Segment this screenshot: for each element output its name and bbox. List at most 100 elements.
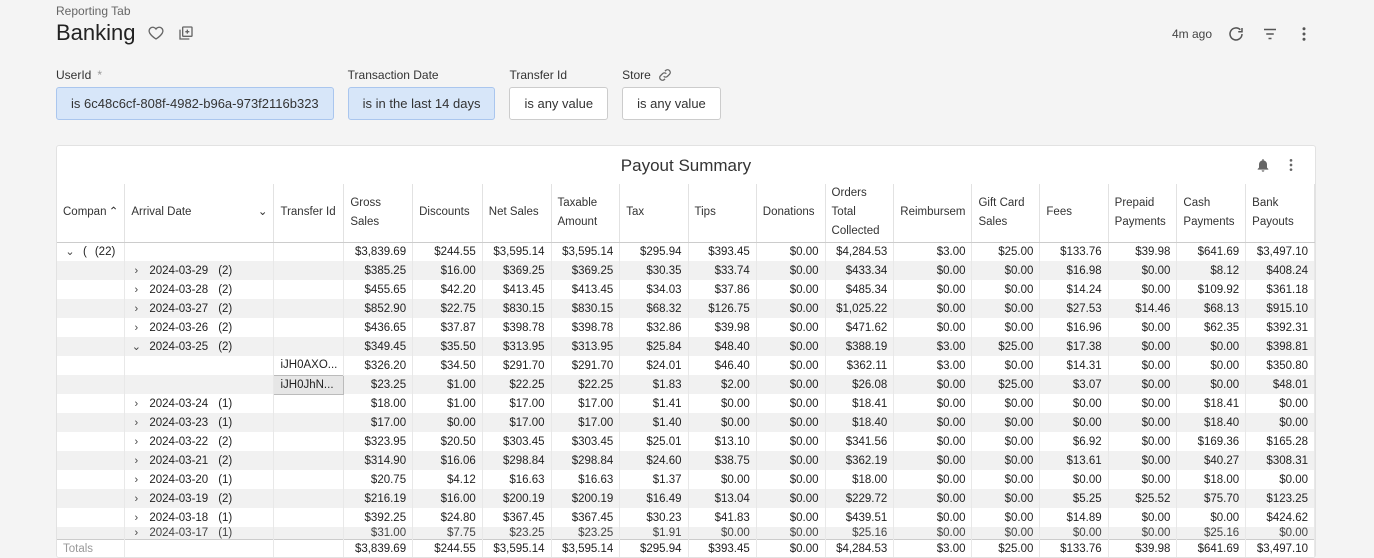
arrival-date-cell[interactable]: › 2024-03-18 (1) — [124, 508, 275, 527]
more-vert-icon[interactable] — [1294, 24, 1314, 44]
chevron-right-icon[interactable]: › — [129, 436, 143, 448]
arrival-date-cell[interactable]: › 2024-03-27 (2) — [124, 299, 275, 318]
arrival-date-cell[interactable]: › 2024-03-21 (2) — [124, 451, 275, 470]
arrival-date-cell[interactable] — [124, 356, 275, 375]
table-row[interactable]: iJH0JhN... $23.25 $1.00 $22.25 $22.25 $1.83 $2… — [57, 374, 1315, 395]
arrival-date-cell[interactable]: › 2024-03-26 (2) — [124, 318, 275, 337]
transfer-id-cell[interactable] — [273, 337, 345, 356]
transfer-id-cell[interactable] — [273, 261, 345, 280]
arrival-date-cell[interactable]: › 2024-03-29 (2) — [124, 261, 275, 280]
transfer-id-cell[interactable] — [273, 432, 345, 451]
column-header-prepaid-payments[interactable]: Prepaid Payments — [1108, 184, 1178, 243]
chevron-down-icon[interactable]: ⌄ — [63, 245, 77, 258]
chevron-right-icon[interactable]: › — [129, 512, 143, 524]
chevron-right-icon[interactable]: › — [129, 527, 143, 539]
table-row[interactable]: › 2024-03-21 (2) $314.90 $16.06 $298.84 $298.8… — [57, 451, 1315, 470]
transfer-id-cell[interactable]: iJH0JhN... — [273, 374, 345, 395]
value-cell: $0.00 — [756, 299, 826, 318]
chevron-right-icon[interactable]: › — [129, 398, 143, 410]
value-cell: $16.00 — [412, 489, 483, 508]
totals-label: Totals — [57, 539, 126, 557]
add-to-board-icon[interactable] — [176, 23, 196, 43]
chevron-right-icon[interactable]: › — [129, 265, 143, 277]
table-row[interactable]: iJH0AXO... $326.20 $34.50 $291.70 $291.70 $24… — [57, 356, 1315, 375]
transfer-id-cell[interactable] — [273, 280, 345, 299]
column-header-tax[interactable]: Tax — [619, 184, 689, 243]
arrival-date-cell[interactable]: › 2024-03-20 (1) — [124, 470, 275, 489]
arrival-date-cell[interactable]: › 2024-03-19 (2) — [124, 489, 275, 508]
arrival-date-cell[interactable]: › 2024-03-17 (1) — [124, 527, 275, 540]
table-row[interactable]: › 2024-03-29 (2) $385.25 $16.00 $369.25 $369.2… — [57, 261, 1315, 280]
arrival-date-cell[interactable]: › 2024-03-22 (2) — [124, 432, 275, 451]
transfer-id-cell[interactable]: iJH0AXO... — [273, 356, 345, 375]
chevron-right-icon[interactable]: › — [129, 493, 143, 505]
column-header-gross-sales[interactable]: Gross Sales — [343, 184, 414, 243]
value-cell: $295.94 — [619, 242, 689, 261]
link-icon[interactable] — [657, 67, 673, 83]
arrival-date-cell[interactable]: ⌄ 2024-03-25 (2) — [124, 337, 275, 356]
value-cell: $13.61 — [1039, 451, 1109, 470]
filter-userid-button[interactable]: is 6c48c6cf-808f-4982-b96a-973f2116b323 — [56, 87, 334, 120]
table-row[interactable]: › 2024-03-18 (1) $392.25 $24.80 $367.45 $367.4… — [57, 508, 1315, 527]
arrival-date-cell[interactable]: › 2024-03-23 (1) — [124, 413, 275, 432]
tile-more-vert-icon[interactable] — [1281, 155, 1301, 175]
table-row[interactable]: › 2024-03-27 (2) $852.90 $22.75 $830.15 $830.1… — [57, 299, 1315, 318]
table-row[interactable]: › 2024-03-22 (2) $323.95 $20.50 $303.45 $303.4… — [57, 432, 1315, 451]
filter-store-button[interactable]: is any value — [622, 87, 721, 120]
favorite-heart-icon[interactable] — [146, 23, 166, 43]
column-header-cash-payments[interactable]: Cash Payments — [1176, 184, 1247, 243]
transfer-id-cell[interactable] — [273, 394, 345, 413]
table-row[interactable]: › 2024-03-26 (2) $436.65 $37.87 $398.78 $398.7… — [57, 318, 1315, 337]
column-header-reimbursements[interactable]: Reimbursem — [893, 184, 973, 243]
chevron-right-icon[interactable]: › — [129, 417, 143, 429]
filter-icon[interactable] — [1260, 24, 1280, 44]
transfer-id-cell[interactable] — [273, 299, 345, 318]
transfer-id-cell — [273, 539, 345, 557]
chevron-down-icon[interactable]: ⌄ — [258, 203, 268, 222]
sort-up-icon[interactable]: ⌃ — [109, 203, 119, 222]
alert-bell-icon[interactable] — [1253, 155, 1273, 175]
column-header-taxable-amount[interactable]: Taxable Amount — [551, 184, 621, 243]
filter-transfer-id-button[interactable]: is any value — [509, 87, 609, 120]
column-header-transfer-id[interactable]: Transfer Id — [273, 184, 345, 243]
arrival-date-cell[interactable]: › 2024-03-28 (2) — [124, 280, 275, 299]
table-row[interactable]: › 2024-03-17 (1) $31.00 $7.75 $23.25 $23.25 $1.… — [57, 527, 1315, 540]
filter-transaction-date-button[interactable]: is in the last 14 days — [347, 87, 496, 120]
column-header-bank-payouts[interactable]: Bank Payouts — [1245, 184, 1315, 243]
company-cell[interactable]: ⌄ ((22) — [57, 242, 126, 261]
transfer-id-cell[interactable] — [273, 318, 345, 337]
column-header-net-sales[interactable]: Net Sales — [482, 184, 552, 243]
arrival-date-cell[interactable] — [124, 375, 275, 394]
chevron-right-icon[interactable]: › — [129, 455, 143, 467]
table-row[interactable]: › 2024-03-28 (2) $455.65 $42.20 $413.45 $413.4… — [57, 280, 1315, 299]
table-row[interactable]: ⌄ 2024-03-25 (2) $349.45 $35.50 $313.95 $313.9… — [57, 337, 1315, 356]
refresh-icon[interactable] — [1226, 24, 1246, 44]
table-row[interactable]: › 2024-03-24 (1) $18.00 $1.00 $17.00 $17.00 $1.… — [57, 394, 1315, 413]
table-row-group[interactable]: ⌄((22) $3,839.69 $244.55 $3,595.14 $3,595.14… — [57, 242, 1315, 261]
column-header-orders-total-collected[interactable]: Orders Total Collected — [825, 184, 895, 243]
column-header-arrival-date[interactable]: Arrival Date ⌄ — [124, 184, 275, 243]
column-header-discounts[interactable]: Discounts — [412, 184, 483, 243]
column-header-company[interactable]: Compan ⌃ — [57, 184, 126, 243]
transfer-id-cell[interactable] — [273, 451, 345, 470]
value-cell: $0.00 — [1108, 508, 1178, 527]
chevron-right-icon[interactable]: › — [129, 474, 143, 486]
transfer-id-cell[interactable] — [273, 508, 345, 527]
chevron-down-icon[interactable]: ⌄ — [129, 340, 143, 353]
column-header-gift-card-sales[interactable]: Gift Card Sales — [971, 184, 1041, 243]
transfer-id-cell[interactable] — [273, 489, 345, 508]
chevron-right-icon[interactable]: › — [129, 322, 143, 334]
column-header-donations[interactable]: Donations — [756, 184, 826, 243]
transfer-id-cell[interactable] — [273, 413, 345, 432]
company-cell — [57, 432, 126, 451]
table-row[interactable]: › 2024-03-23 (1) $17.00 $0.00 $17.00 $17.00 $1.… — [57, 413, 1315, 432]
chevron-right-icon[interactable]: › — [129, 303, 143, 315]
table-row[interactable]: › 2024-03-19 (2) $216.19 $16.00 $200.19 $200.1… — [57, 489, 1315, 508]
column-header-fees[interactable]: Fees — [1039, 184, 1109, 243]
arrival-date-cell[interactable]: › 2024-03-24 (1) — [124, 394, 275, 413]
chevron-right-icon[interactable]: › — [129, 284, 143, 296]
transfer-id-cell[interactable] — [273, 527, 345, 540]
transfer-id-cell[interactable] — [273, 470, 345, 489]
table-row[interactable]: › 2024-03-20 (1) $20.75 $4.12 $16.63 $16.63 $1.… — [57, 470, 1315, 489]
column-header-tips[interactable]: Tips — [688, 184, 757, 243]
